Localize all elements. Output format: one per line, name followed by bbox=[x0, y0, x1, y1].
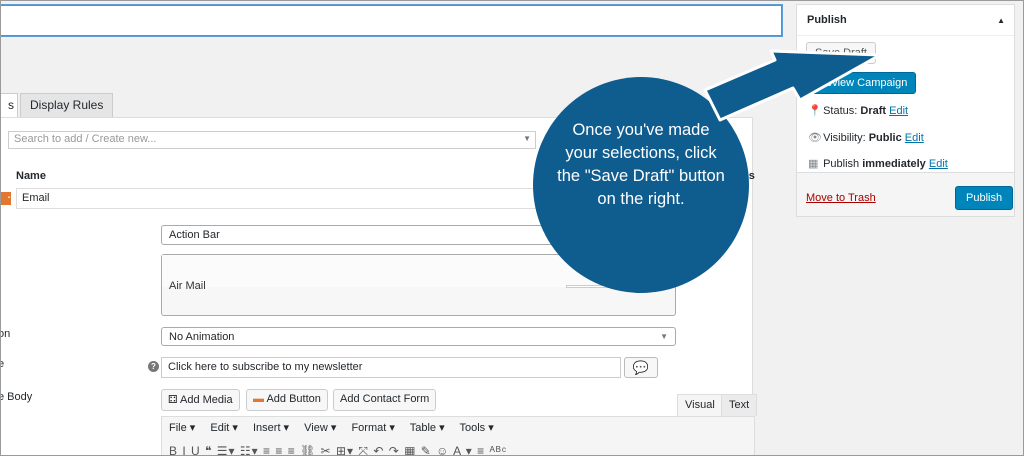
callout-arrow-icon bbox=[703, 49, 882, 122]
